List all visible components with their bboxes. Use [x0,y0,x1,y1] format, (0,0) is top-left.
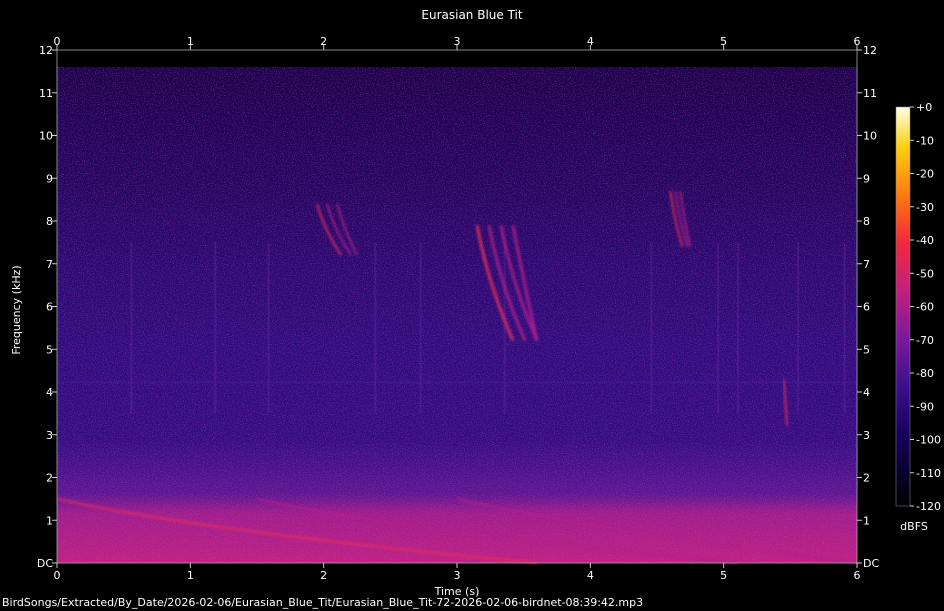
colorbar-ticks: +0 -10 -20 -30 -40 -50 -60 -70 -80 -90 -100 -110 -12… [910,101,941,513]
x-tick-label-top: 5 [720,35,727,48]
noise-streak [503,242,506,414]
y-tick-label: 10 [39,130,53,143]
colorbar [895,106,911,507]
x-tick-label-top: 2 [320,35,327,48]
x-tick-label-top: 0 [54,35,61,48]
y-tick-label-right: 10 [863,130,877,143]
x-tick-label: 5 [720,569,727,582]
colorbar-tick-label: -40 [916,234,934,247]
y-tick-label: 8 [46,215,53,228]
y-tick-label: 4 [46,386,53,399]
y-tick-label: DC [37,557,53,570]
x-tick-label: 1 [187,569,194,582]
colorbar-tick-label: -100 [916,434,941,447]
y-tick-label: 3 [46,429,53,442]
y-tick-label-right: 5 [863,343,870,356]
colorbar-tick-label: -110 [916,467,941,480]
noise-streak [650,242,653,414]
colorbar-tick-label: -90 [916,400,934,413]
noise-streak [717,242,719,414]
y-tick-label-right: 2 [863,472,870,485]
y-tick-label-right: 11 [863,87,877,100]
y-tick-label-right: 7 [863,258,870,271]
chart-title: Eurasian Blue Tit [421,8,522,22]
noise-streak [130,242,133,414]
noise-streak [419,242,422,414]
colorbar-tick-label: +0 [916,101,932,114]
colorbar-tick-label: -120 [916,500,941,513]
colorbar-tick-label: -50 [916,267,934,280]
y-tick-label: 2 [46,472,53,485]
colorbar-tick-label: -20 [916,168,934,181]
spectrogram-chart: Eurasian Blue Tit 00112233445566 DC DC1 12… [2,8,941,609]
noise-streak [797,242,799,414]
file-path: BirdSongs/Extracted/By_Date/2026-02-06/E… [2,596,643,609]
y-tick-label-right: 6 [863,301,870,314]
x-tick-label-top: 1 [187,35,194,48]
x-tick-label: 0 [54,569,61,582]
y-tick-label: 9 [46,172,53,185]
colorbar-tick-label: -60 [916,301,934,314]
tone-line [57,381,857,384]
noise-streak [267,242,270,414]
noise-streak [737,242,739,414]
colorbar-label: dBFS [900,520,928,533]
colorbar-tick-label: -10 [916,134,934,147]
y-tick-label-right: 3 [863,429,870,442]
x-tick-label-top: 3 [454,35,461,48]
y-tick-label: 6 [46,301,53,314]
y-tick-label: 12 [39,44,53,57]
y-tick-label-right: 9 [863,172,870,185]
y-tick-label: 11 [39,87,53,100]
y-tick-label: 7 [46,258,53,271]
colorbar-tick-label: -30 [916,201,934,214]
noise-streak [374,242,377,414]
x-tick-label-top: 4 [587,35,594,48]
y-axis-label: Frequency (kHz) [10,265,23,354]
noise-streak [214,242,217,414]
x-tick-label-top: 6 [854,35,861,48]
colorbar-tick-label: -70 [916,334,934,347]
y-tick-label-right: 4 [863,386,870,399]
y-tick-label-right: 12 [863,44,877,57]
x-tick-label: 3 [454,569,461,582]
colorbar-tick-label: -80 [916,367,934,380]
spectrogram-image [57,50,857,563]
y-tick-label-right: 1 [863,514,870,527]
y-tick-label: 5 [46,343,53,356]
y-tick-label: 1 [46,514,53,527]
x-tick-label: 2 [320,569,327,582]
x-tick-label: 4 [587,569,594,582]
x-tick-label: 6 [854,569,861,582]
noise-streak [843,242,846,414]
y-tick-label-right: DC [863,557,879,570]
y-tick-label-right: 8 [863,215,870,228]
